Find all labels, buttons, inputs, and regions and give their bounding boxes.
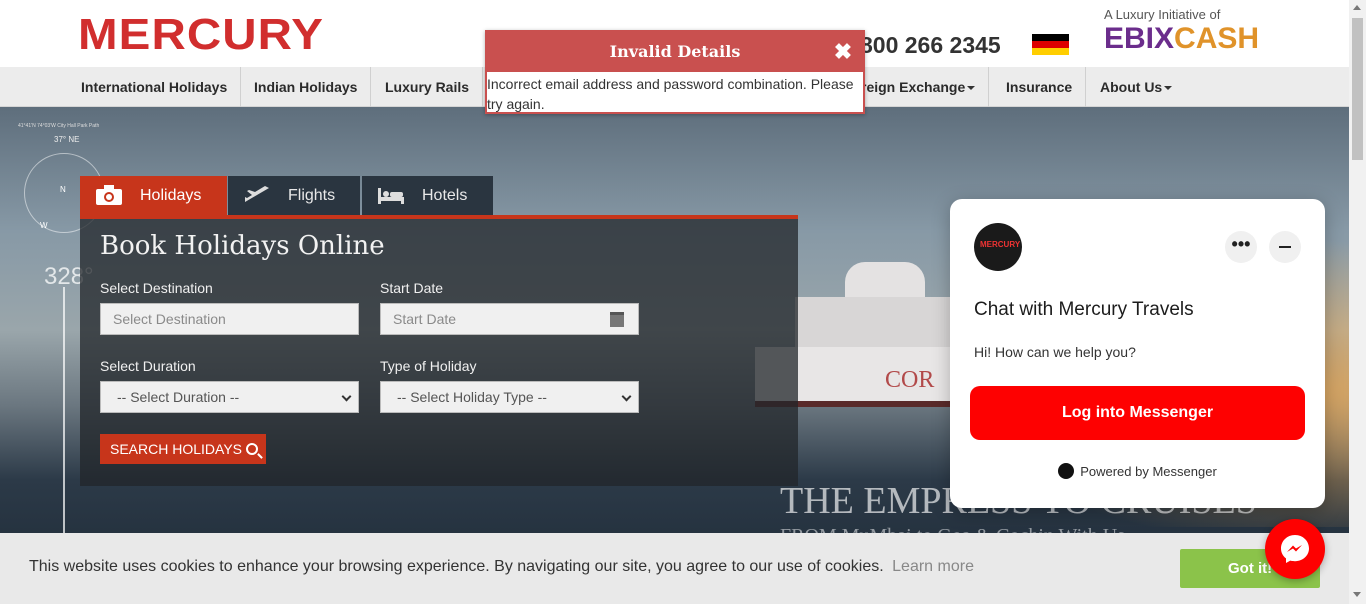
chat-title: Chat with Mercury Travels <box>974 299 1194 320</box>
nav-international-holidays[interactable]: International Holidays <box>68 67 242 107</box>
cookie-banner: This website uses cookies to enhance you… <box>0 533 1349 604</box>
nav-indian-holidays[interactable]: Indian Holidays <box>241 67 372 107</box>
powered-by-messenger: Powered by Messenger <box>950 463 1325 479</box>
modal-message: Incorrect email address and password com… <box>487 76 854 112</box>
calendar-icon[interactable] <box>610 312 624 327</box>
tab-hotels[interactable]: Hotels <box>362 176 493 215</box>
messenger-chat-widget: MERCURY ••• Chat with Mercury Travels Hi… <box>950 199 1325 508</box>
nav-about-us[interactable]: About Us <box>1087 67 1185 107</box>
duration-label: Select Duration <box>100 358 196 374</box>
minimize-button[interactable] <box>1269 231 1301 263</box>
phone-number: 800 266 2345 <box>860 32 1001 58</box>
tab-flights[interactable]: Flights <box>228 176 360 215</box>
login-messenger-button[interactable]: Log into Messenger <box>970 386 1305 440</box>
nav-foreign-exchange[interactable]: reign Exchange <box>848 67 990 107</box>
duration-select[interactable]: -- Select Duration -- <box>100 381 359 413</box>
nav-insurance[interactable]: Insurance <box>993 67 1087 107</box>
ebixcash-logo[interactable]: EBIXCASH <box>1104 22 1259 56</box>
nav-luxury-rails[interactable]: Luxury Rails <box>372 67 484 107</box>
chat-subtitle: Hi! How can we help you? <box>974 344 1136 360</box>
chevron-down-icon <box>341 391 352 402</box>
messenger-icon <box>1058 463 1075 479</box>
scroll-down-arrow-icon[interactable] <box>1353 592 1361 597</box>
caret-down-icon <box>967 86 976 91</box>
more-options-button[interactable]: ••• <box>1225 231 1257 263</box>
search-icon <box>246 443 258 455</box>
avatar: MERCURY <box>974 223 1022 271</box>
bed-icon <box>378 188 404 204</box>
holiday-type-select[interactable]: -- Select Holiday Type -- <box>380 381 639 413</box>
search-holidays-button[interactable]: SEARCH HOLIDAYS <box>100 434 266 464</box>
invalid-details-modal: Invalid Details ✖ Incorrect email addres… <box>485 30 865 114</box>
scroll-thumb[interactable] <box>1352 18 1363 160</box>
destination-input[interactable]: Select Destination <box>100 303 359 335</box>
scroll-up-arrow-icon[interactable] <box>1353 5 1361 10</box>
learn-more-link[interactable]: Learn more <box>892 558 974 575</box>
messenger-fab-button[interactable] <box>1265 519 1325 579</box>
initiative-text: A Luxury Initiative of <box>1104 7 1221 22</box>
plane-icon <box>245 186 269 202</box>
messenger-icon <box>1281 535 1309 563</box>
chevron-down-icon <box>621 391 632 402</box>
page-scrollbar[interactable] <box>1349 0 1366 604</box>
start-date-input[interactable]: Start Date <box>380 303 639 335</box>
cookie-text: This website uses cookies to enhance you… <box>29 558 974 575</box>
germany-flag-icon[interactable] <box>1032 34 1069 55</box>
holiday-type-label: Type of Holiday <box>380 358 477 374</box>
camera-icon <box>96 185 122 205</box>
booking-title: Book Holidays Online <box>100 231 385 261</box>
start-date-label: Start Date <box>380 280 444 296</box>
caret-down-icon <box>1164 86 1173 91</box>
mercury-logo[interactable]: MERCURY <box>78 10 324 60</box>
destination-label: Select Destination <box>100 280 213 296</box>
tab-holidays[interactable]: Holidays <box>80 176 227 215</box>
close-icon[interactable]: ✖ <box>833 41 853 63</box>
booking-panel: Book Holidays Online Select Destination … <box>80 219 798 486</box>
modal-title: Invalid Details <box>487 32 863 72</box>
